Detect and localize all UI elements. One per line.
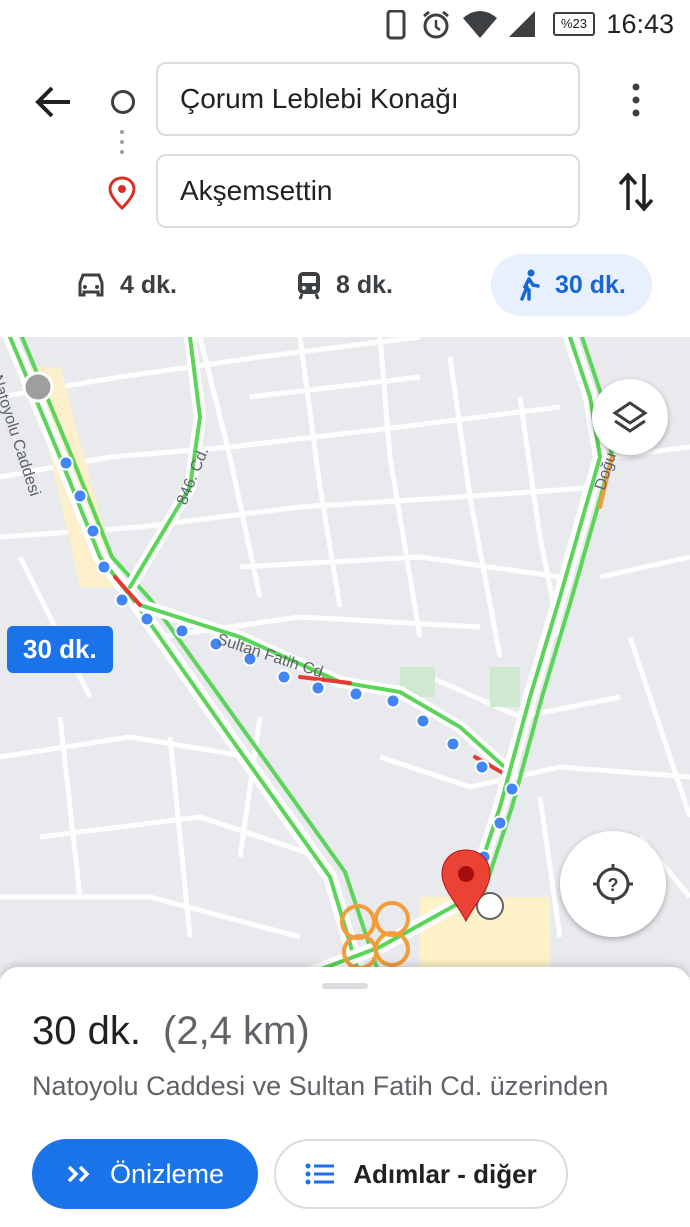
- tab-walking[interactable]: 30 dk.: [491, 254, 652, 316]
- tab-driving[interactable]: 4 dk.: [76, 254, 177, 316]
- wifi-icon: [463, 11, 497, 38]
- transit-icon: [298, 272, 320, 300]
- svg-text:?: ?: [608, 875, 619, 895]
- preview-button-label: Önizleme: [109, 1158, 225, 1189]
- tab-walking-label: 30 dk.: [555, 270, 626, 299]
- travel-mode-tabs: 4 dk. 8 dk. 30 dk.: [0, 250, 690, 320]
- signal-icon: [509, 11, 535, 37]
- steps-button[interactable]: Adımlar - diğer: [274, 1139, 568, 1209]
- origin-dot-icon: [111, 90, 135, 114]
- map-view[interactable]: Natoyolu Caddesi 846. Cd. Sultan Fatih C…: [0, 337, 690, 977]
- swap-icon[interactable]: [616, 170, 656, 214]
- route-distance: (2,4 km): [163, 1009, 310, 1053]
- list-icon: [305, 1163, 335, 1185]
- tab-driving-label: 4 dk.: [120, 270, 177, 299]
- status-bar: %23 16:43: [0, 0, 690, 50]
- route-eta-badge[interactable]: 30 dk.: [7, 626, 113, 673]
- route-via-text: Natoyolu Caddesi ve Sultan Fatih Cd. üze…: [32, 1071, 609, 1101]
- double-chevron-icon: [67, 1165, 90, 1183]
- battery-indicator: %23: [553, 12, 595, 36]
- route-dots-icon: [120, 130, 124, 160]
- layers-button[interactable]: [592, 379, 668, 455]
- more-menu-icon[interactable]: [624, 82, 648, 118]
- route-summary-sheet[interactable]: 30 dk. (2,4 km) Natoyolu Caddesi ve Sult…: [0, 967, 690, 1227]
- start-marker-icon: [22, 371, 54, 403]
- back-arrow-icon[interactable]: [34, 82, 74, 122]
- origin-input[interactable]: Çorum Leblebi Konağı: [156, 62, 580, 136]
- destination-input[interactable]: Akşemsettin: [156, 154, 580, 228]
- steps-button-label: Adımlar - diğer: [353, 1158, 537, 1189]
- car-icon: [78, 273, 104, 297]
- phone-icon: [386, 10, 406, 40]
- destination-pin-icon: [108, 176, 136, 210]
- drag-handle[interactable]: [322, 983, 368, 989]
- status-time: 16:43: [606, 9, 674, 39]
- preview-button[interactable]: Önizleme: [32, 1139, 258, 1209]
- tab-transit-label: 8 dk.: [336, 270, 393, 299]
- layers-icon: [612, 401, 648, 433]
- route-duration: 30 dk.: [32, 1009, 141, 1053]
- my-location-button[interactable]: ?: [560, 831, 666, 937]
- location-unknown-icon: ?: [593, 864, 633, 904]
- tab-transit[interactable]: 8 dk.: [296, 254, 393, 316]
- walk-icon: [520, 269, 540, 301]
- alarm-icon: [423, 10, 449, 39]
- directions-header: Çorum Leblebi Konağı Akşemsettin 4 dk. 8…: [0, 50, 690, 337]
